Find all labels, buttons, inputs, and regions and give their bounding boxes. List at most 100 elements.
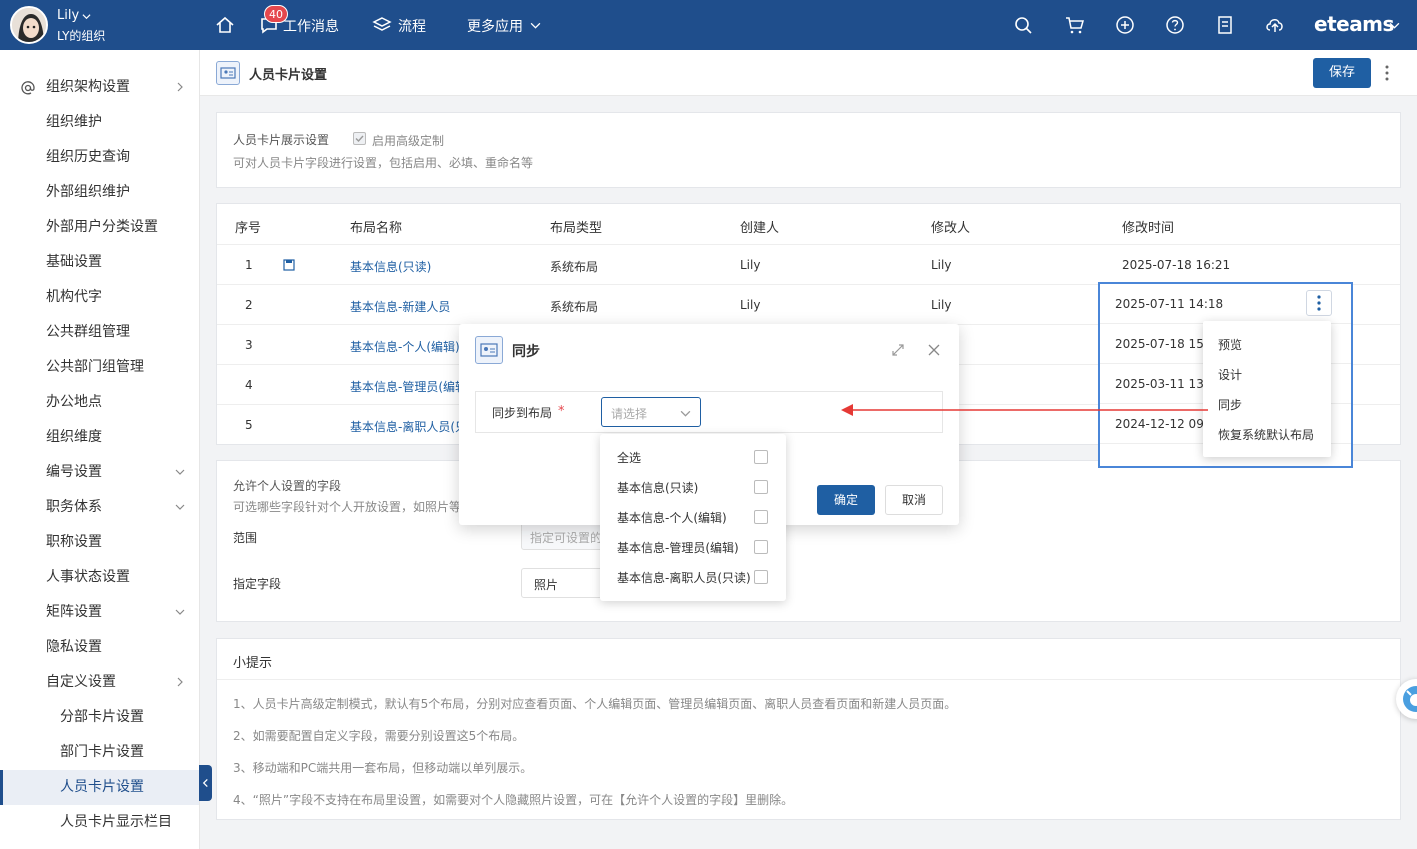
search-icon[interactable] (1012, 14, 1034, 36)
sidebar-item-agency-code[interactable]: 机构代字 (0, 280, 199, 315)
sidebar-collapse-handle[interactable] (199, 765, 212, 801)
sidebar-item-label: 人事状态设置 (46, 569, 130, 585)
option-select-all[interactable]: 全选 (600, 441, 786, 471)
feedback-bug-button[interactable] (1396, 679, 1417, 719)
sidebar-item-org-structure[interactable]: 组织架构设置 (0, 70, 199, 105)
layout-name-link[interactable]: 基本信息(只读) (350, 258, 431, 275)
column-header-modified-time: 修改时间 (1122, 221, 1175, 236)
sidebar-item-label: 公共部门组管理 (46, 359, 144, 375)
sidebar-item-label: 自定义设置 (46, 674, 116, 690)
sidebar-item-title-settings[interactable]: 职称设置 (0, 525, 199, 560)
sidebar-item-label: 办公地点 (46, 394, 102, 410)
modified-time: 2025-07-18 15:5 (1115, 337, 1216, 351)
sidebar-item-branch-card[interactable]: 分部卡片设置 (0, 700, 199, 735)
option-basic-personal-edit[interactable]: 基本信息-个人(编辑) (600, 501, 786, 531)
sidebar-item-hr-status[interactable]: 人事状态设置 (0, 560, 199, 595)
sidebar-item-external-user-category[interactable]: 外部用户分类设置 (0, 210, 199, 245)
confirm-button[interactable]: 确定 (817, 485, 875, 515)
sidebar-item-org-history[interactable]: 组织历史查询 (0, 140, 199, 175)
sidebar: 组织架构设置 组织维护 组织历史查询 外部组织维护 外部用户分类设置 基础设置 … (0, 50, 200, 849)
menu-item-sync[interactable]: 同步 (1218, 396, 1242, 413)
sidebar-item-position-system[interactable]: 职务体系 (0, 490, 199, 525)
org-name: LY的组织 (57, 29, 106, 43)
user-avatar[interactable] (10, 6, 48, 44)
modified-time: 2025-07-18 16:21 (1122, 258, 1231, 272)
nav-process[interactable]: 流程 (398, 16, 426, 36)
scope-placeholder: 指定可设置的 (530, 531, 603, 545)
sidebar-item-public-dept-groups[interactable]: 公共部门组管理 (0, 350, 199, 385)
cloud-upload-icon[interactable] (1264, 14, 1286, 36)
nav-messages[interactable]: 工作消息 (283, 16, 339, 36)
layout-name-link[interactable]: 基本信息-管理员(编辑) (350, 378, 472, 395)
tip-line: 2、如需要配置自定义字段，需要分别设置这5个布局。 (233, 729, 525, 743)
option-basic-admin-edit[interactable]: 基本信息-管理员(编辑) (600, 531, 786, 561)
sidebar-item-label: 职称设置 (46, 534, 102, 550)
cancel-button[interactable]: 取消 (885, 485, 943, 515)
option-basic-readonly[interactable]: 基本信息(只读) (600, 471, 786, 501)
sidebar-item-office-location[interactable]: 办公地点 (0, 385, 199, 420)
row-no: 5 (245, 418, 253, 432)
add-circle-icon[interactable] (1114, 14, 1136, 36)
sidebar-item-external-org[interactable]: 外部组织维护 (0, 175, 199, 210)
creator: Lily (740, 298, 761, 312)
sidebar-item-label: 组织维护 (46, 114, 102, 130)
close-icon[interactable] (927, 343, 941, 357)
option-checkbox[interactable] (754, 570, 768, 584)
tip-line: 4、“照片”字段不支持在布局里设置，如需要对个人隐藏照片设置，可在【允许个人设置… (233, 793, 794, 807)
sidebar-item-label: 部门卡片设置 (60, 744, 144, 760)
sidebar-item-basic-settings[interactable]: 基础设置 (0, 245, 199, 280)
cart-icon[interactable] (1064, 14, 1086, 36)
chevron-down-icon[interactable] (530, 20, 541, 31)
option-checkbox[interactable] (754, 480, 768, 494)
document-icon[interactable] (1214, 14, 1236, 36)
option-basic-resigned-readonly[interactable]: 基本信息-离职人员(只读) (600, 561, 786, 591)
sidebar-item-org-maintenance[interactable]: 组织维护 (0, 105, 199, 140)
chevron-down-icon[interactable] (1389, 20, 1400, 31)
sidebar-item-person-card-columns[interactable]: 人员卡片显示栏目 (0, 805, 199, 840)
sidebar-item-custom-settings[interactable]: 自定义设置 (0, 665, 199, 700)
tip-line: 1、人员卡片高级定制模式，默认有5个布局，分别对应查看页面、个人编辑页面、管理员… (233, 697, 957, 711)
menu-item-restore-default[interactable]: 恢复系统默认布局 (1218, 426, 1314, 443)
row-more-button[interactable] (1306, 290, 1332, 316)
sidebar-item-org-dimension[interactable]: 组织维度 (0, 420, 199, 455)
personal-fields-title: 允许个人设置的字段 (233, 479, 342, 493)
more-vertical-icon[interactable] (1382, 62, 1392, 84)
sidebar-item-label: 分部卡片设置 (60, 709, 144, 725)
sidebar-item-matrix[interactable]: 矩阵设置 (0, 595, 199, 630)
menu-item-preview[interactable]: 预览 (1218, 336, 1242, 353)
option-label: 基本信息(只读) (617, 481, 699, 495)
layout-name-link[interactable]: 基本信息-个人(编辑) (350, 338, 460, 355)
user-name[interactable]: Lily (57, 8, 79, 23)
save-button[interactable]: 保存 (1313, 58, 1371, 88)
expand-icon[interactable] (891, 343, 905, 357)
chevron-down-icon (175, 469, 185, 475)
advanced-custom-checkbox[interactable] (353, 132, 366, 145)
chevron-down-icon[interactable] (82, 12, 91, 21)
sync-layout-select[interactable]: 请选择 (601, 397, 701, 427)
column-header-creator: 创建人 (740, 221, 780, 236)
sidebar-item-dept-card[interactable]: 部门卡片设置 (0, 735, 199, 770)
sidebar-item-privacy[interactable]: 隐私设置 (0, 630, 199, 665)
option-checkbox[interactable] (754, 510, 768, 524)
modifier: Lily (931, 298, 952, 312)
menu-item-design[interactable]: 设计 (1218, 366, 1242, 383)
sidebar-item-label: 编号设置 (46, 464, 102, 480)
brand-logo[interactable]: eteams (1314, 12, 1394, 36)
sidebar-item-numbering[interactable]: 编号设置 (0, 455, 199, 490)
field-label: 指定字段 (233, 577, 282, 591)
field-value: 照片 (534, 578, 559, 592)
layout-type: 系统布局 (550, 300, 599, 314)
person-card-icon (216, 61, 240, 85)
home-icon[interactable] (214, 14, 236, 36)
more-vertical-icon (1317, 295, 1321, 311)
table-row[interactable]: 1 基本信息(只读) 系统布局 Lily Lily 2025-07-18 16:… (217, 245, 1400, 285)
select-placeholder: 请选择 (611, 407, 648, 421)
layout-name-link[interactable]: 基本信息-新建人员 (350, 298, 450, 315)
help-icon[interactable] (1164, 14, 1186, 36)
display-settings-title: 人员卡片展示设置 (233, 133, 330, 147)
nav-more-apps[interactable]: 更多应用 (467, 16, 523, 36)
option-checkbox[interactable] (754, 450, 768, 464)
sidebar-item-public-groups[interactable]: 公共群组管理 (0, 315, 199, 350)
sidebar-item-person-card[interactable]: 人员卡片设置 (0, 770, 199, 805)
option-checkbox[interactable] (754, 540, 768, 554)
